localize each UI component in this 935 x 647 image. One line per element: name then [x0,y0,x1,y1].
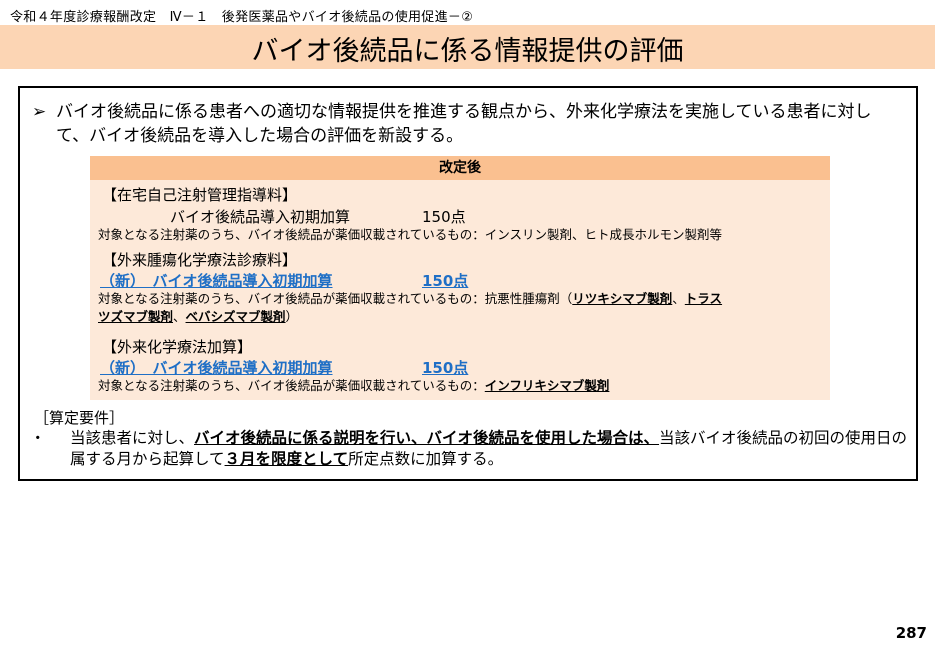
section-note: 対象となる注射薬のうち、バイオ後続品が薬価収載されているもの：インスリン製剤、ヒ… [98,227,723,242]
section-title: 【外来化学療法加算】 [102,338,253,356]
new-item-name: （新） バイオ後続品導入初期加算 [100,359,333,377]
new-item-points: 150点 [422,359,469,377]
note-text: 対象となる注射薬のうち、バイオ後続品が薬価収載されているもの： [98,378,485,393]
page-number: 287 [895,624,927,642]
title-bar: バイオ後続品に係る情報提供の評価 [0,25,935,69]
note-drug: リツキシマブ製剤 [572,291,673,306]
req-emphasis: バイオ後続品に係る説明を行い、バイオ後続品を使用した場合は、 [194,429,660,447]
note-drug: ツズマブ製剤 [98,309,174,324]
revision-panel: 改定後 【在宅自己注射管理指導料】 バイオ後続品導入初期加算 150点 対象とな… [90,156,830,400]
main-content-box: ➢ バイオ後続品に係る患者への適切な情報提供を推進する観点から、外来化学療法を実… [18,86,918,481]
requirements-title: ［算定要件］ [34,409,125,427]
req-emphasis: ３月を限度として [224,450,349,468]
note-sep: 、 [672,291,685,306]
panel-header: 改定後 [90,156,830,180]
note-drug: トラス [684,291,723,306]
item-points: 150点 [422,208,466,226]
note-drug: ベバシズマブ製剤 [185,309,286,324]
requirements-text: 当該患者に対し、バイオ後続品に係る説明を行い、バイオ後続品を使用した場合は、当該… [70,428,910,470]
new-item-name: （新） バイオ後続品導入初期加算 [100,272,333,290]
page-title: バイオ後続品に係る情報提供の評価 [251,36,684,67]
summary-text: バイオ後続品に係る患者への適切な情報提供を推進する観点から、外来化学療法を実施し… [56,102,872,146]
note-text: 対象となる注射薬のうち、バイオ後続品が薬価収載されているもの：抗悪性腫瘍剤（ [98,291,573,306]
summary-bullet: ➢ バイオ後続品に係る患者への適切な情報提供を推進する観点から、外来化学療法を実… [32,100,902,148]
slide-header: 令和４年度診療報酬改定 Ⅳ－１ 後発医薬品やバイオ後続品の使用促進－② [10,10,474,25]
new-item-points: 150点 [422,272,469,290]
req-text: 所定点数に加算する。 [348,450,504,468]
dot-bullet-icon: ・ [30,429,46,447]
requirements-item: ・ 当該患者に対し、バイオ後続品に係る説明を行い、バイオ後続品を使用した場合は、… [30,428,910,470]
arrow-bullet-icon: ➢ [32,102,47,122]
req-text: 当該患者に対し、 [70,429,195,447]
note-end: ） [285,309,299,324]
item-name: バイオ後続品導入初期加算 [170,208,351,226]
note-drug: インフリキシマブ製剤 [484,378,610,393]
section-title: 【在宅自己注射管理指導料】 [102,186,298,204]
note-sep: 、 [173,309,186,324]
section-note: 対象となる注射薬のうち、バイオ後続品が薬価収載されているもの：インフリキシマブ製… [98,377,823,395]
section-note: 対象となる注射薬のうち、バイオ後続品が薬価収載されているもの：抗悪性腫瘍剤（リツ… [98,290,823,326]
section-title: 【外来腫瘍化学療法診療料】 [102,251,298,269]
